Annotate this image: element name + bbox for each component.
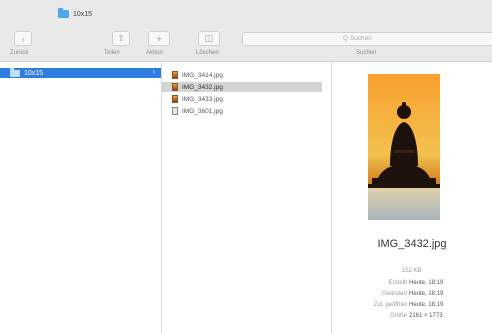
chevron-left-icon: ‹ (21, 33, 25, 44)
meta-value-opened: Heute, 18:19 (409, 302, 444, 308)
toolbar: ‹ ⇧ + ◫ Zurück Teilen Aktion Löschen Suc… (0, 26, 492, 62)
delete-button[interactable]: ◫ (198, 31, 220, 46)
preview-filename: IMG_3432.jpg (377, 238, 447, 250)
meta-value-dimensions: 2161 × 1773 (409, 313, 443, 319)
meta-key-created: Erstellt (388, 280, 407, 286)
file-size: 152 KB (402, 268, 422, 274)
meta-value-created: Heute, 18:19 (409, 280, 444, 286)
share-label: Teilen (104, 50, 120, 56)
meta-key-modified: Geändert (381, 291, 407, 297)
image-file-icon (172, 83, 178, 91)
folder-icon (10, 67, 20, 77)
file-name: IMG_3432.jpg (182, 83, 223, 91)
file-name: IMG_3601.jpg (182, 107, 223, 115)
file-row-selected[interactable]: IMG_3432.jpg (162, 82, 322, 92)
meta-value-modified: Heute, 18:19 (409, 291, 444, 297)
search-input[interactable]: Q Suchen (343, 35, 372, 42)
doc-file-icon (172, 107, 178, 115)
meta-key-dimensions: Größe (389, 313, 407, 319)
file-column: IMG_3414.jpg IMG_3432.jpg IMG_3433.jpg I… (162, 62, 332, 333)
chevron-right-icon: › (152, 69, 155, 76)
trash-icon: ◫ (204, 33, 214, 43)
folder-item-10x15[interactable]: 10x15 › (0, 67, 161, 78)
back-label: Zurück (10, 50, 29, 56)
image-file-icon (172, 71, 178, 79)
file-name: IMG_3433.jpg (182, 95, 223, 103)
preview-image (368, 74, 440, 220)
search-field[interactable]: Q Suchen (242, 32, 492, 46)
file-row[interactable]: IMG_3601.jpg (162, 106, 331, 116)
image-file-icon (172, 95, 178, 103)
share-button[interactable]: ⇧ (112, 31, 130, 46)
file-row[interactable]: IMG_3433.jpg (162, 94, 331, 104)
meta-key-opened: Zul. geöffnet (373, 302, 407, 308)
share-icon: ⇧ (117, 33, 125, 43)
plus-icon: + (156, 33, 162, 44)
window-title: 10x15 (58, 8, 92, 18)
folder-icon (58, 8, 69, 18)
action-label: Aktion (146, 50, 163, 56)
action-button[interactable]: + (148, 31, 170, 46)
search-label: Suchen (356, 50, 377, 56)
folder-item-label: 10x15 (24, 69, 44, 77)
file-name: IMG_3414.jpg (182, 71, 223, 79)
back-button[interactable]: ‹ (14, 31, 32, 46)
delete-label: Löschen (196, 50, 219, 56)
title-bar: 10x15 (0, 0, 492, 26)
file-row[interactable]: IMG_3414.jpg (162, 70, 331, 80)
folder-column: 10x15 › (0, 62, 162, 333)
